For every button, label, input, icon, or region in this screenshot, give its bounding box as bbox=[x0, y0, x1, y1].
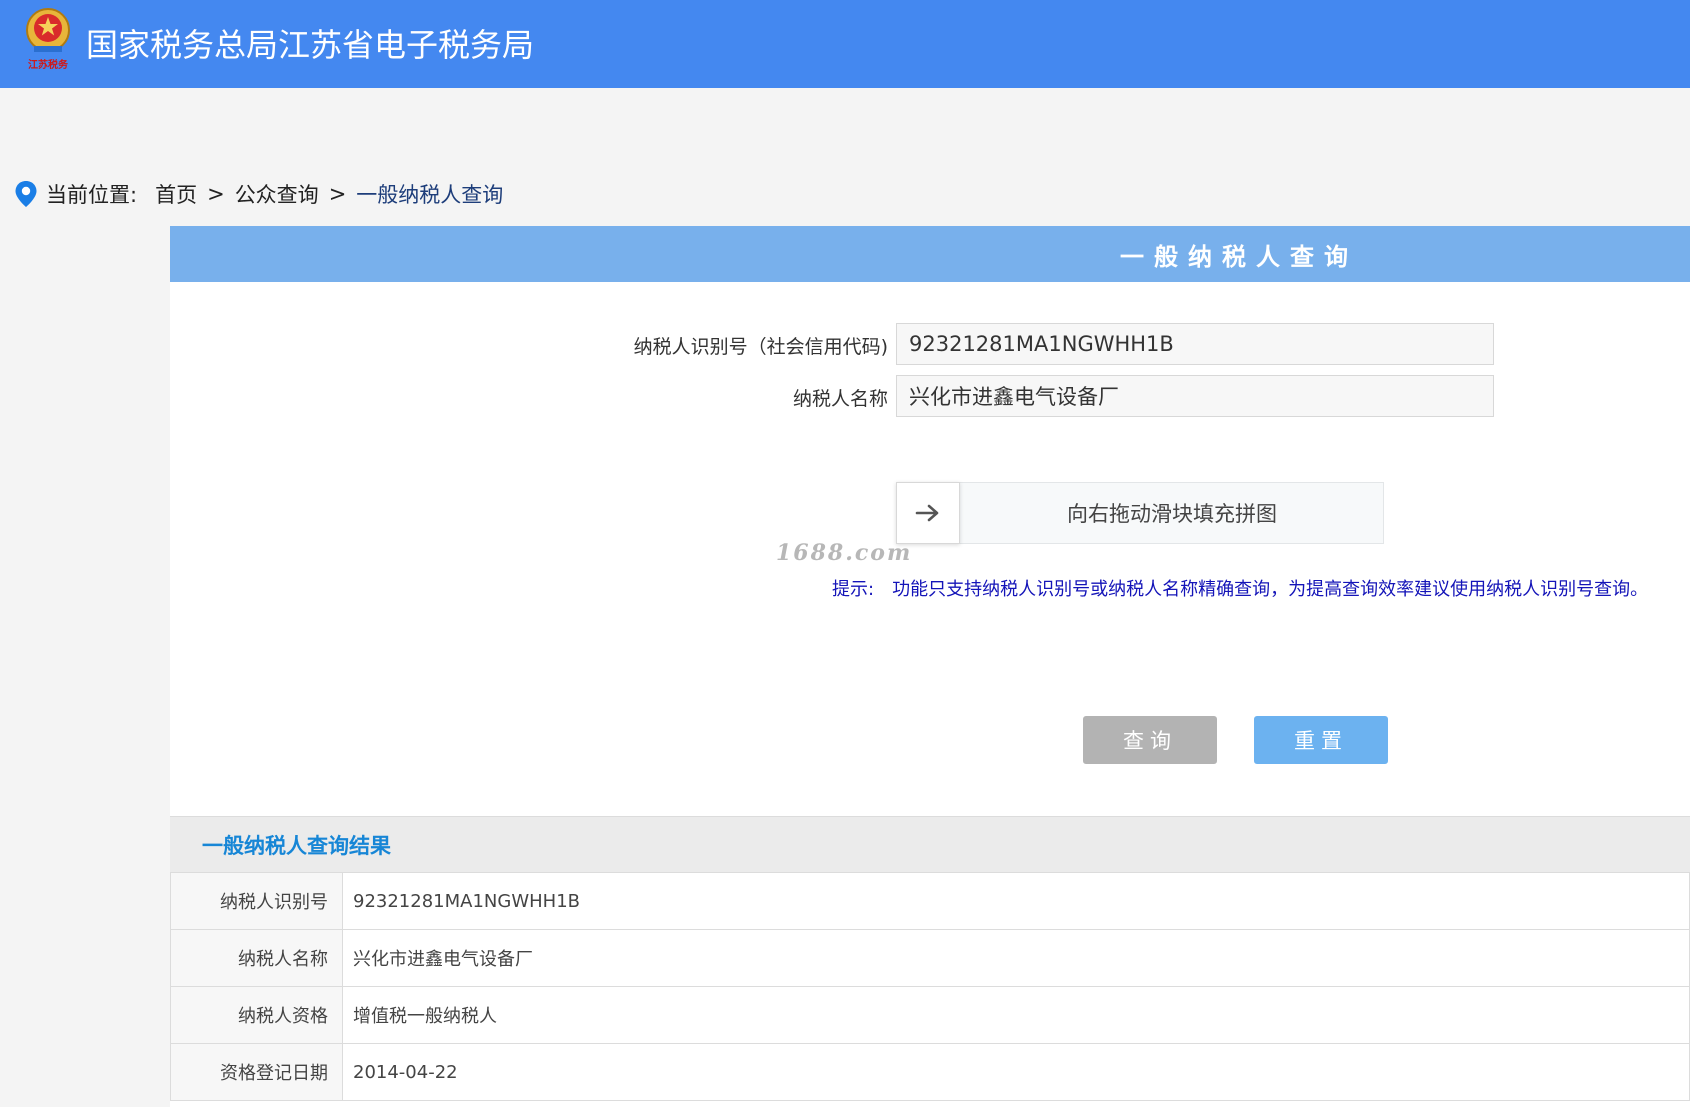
table-row: 纳税人名称 兴化市进鑫电气设备厂 bbox=[170, 929, 1690, 987]
taxpayer-id-label: 纳税人识别号（社会信用代码) bbox=[633, 336, 888, 358]
result-table: 纳税人识别号 92321281MA1NGWHH1B 纳税人名称 兴化市进鑫电气设… bbox=[170, 872, 1690, 1101]
table-row: 资格登记日期 2014-04-22 bbox=[170, 1043, 1690, 1101]
reset-button[interactable]: 重置 bbox=[1254, 716, 1388, 764]
result-title: 一般纳税人查询结果 bbox=[170, 816, 1690, 872]
arrow-right-icon bbox=[915, 504, 939, 522]
site-title: 国家税务总局江苏省电子税务局 bbox=[86, 26, 535, 64]
result-value: 92321281MA1NGWHH1B bbox=[342, 872, 1690, 930]
taxpayer-id-value: 92321281MA1NGWHH1B bbox=[909, 332, 1174, 356]
hint-label: 提示: bbox=[832, 579, 875, 600]
table-row: 纳税人资格 增值税一般纳税人 bbox=[170, 986, 1690, 1044]
taxpayer-name-input[interactable]: 兴化市进鑫电气设备厂 bbox=[896, 375, 1494, 417]
logo-text: 江苏税务 bbox=[28, 60, 68, 71]
watermark: 1688.com bbox=[776, 540, 913, 566]
breadcrumb: 当前位置: 首页 > 公众查询 > 一般纳税人查询 bbox=[14, 178, 503, 210]
breadcrumb-separator: > bbox=[328, 182, 347, 206]
slider-handle[interactable] bbox=[896, 482, 960, 544]
result-value: 2014-04-22 bbox=[342, 1043, 1690, 1101]
slider-captcha[interactable]: 向右拖动滑块填充拼图 bbox=[896, 482, 1384, 544]
breadcrumb-public-query[interactable]: 公众查询 bbox=[235, 179, 319, 209]
taxpayer-name-label: 纳税人名称 bbox=[792, 388, 888, 410]
taxpayer-id-input[interactable]: 92321281MA1NGWHH1B bbox=[896, 323, 1494, 365]
taxpayer-name-value: 兴化市进鑫电气设备厂 bbox=[909, 385, 1119, 409]
slider-instruction: 向右拖动滑块填充拼图 bbox=[1067, 502, 1277, 526]
breadcrumb-separator: > bbox=[207, 182, 225, 206]
hint-text: 功能只支持纳税人识别号或纳税人名称精确查询，为提高查询效率建议使用纳税人识别号查… bbox=[892, 579, 1649, 600]
result-label: 纳税人资格 bbox=[170, 986, 343, 1044]
table-row: 纳税人识别号 92321281MA1NGWHH1B bbox=[170, 872, 1690, 930]
breadcrumb-home[interactable]: 首页 bbox=[155, 179, 197, 209]
location-pin-icon bbox=[15, 181, 37, 207]
tax-emblem-logo[interactable]: 江苏税务 bbox=[18, 6, 78, 71]
hint: 提示: 功能只支持纳税人识别号或纳税人名称精确查询，为提高查询效率建议使用纳税人识… bbox=[832, 575, 1648, 601]
tax-emblem-icon bbox=[26, 8, 70, 52]
query-button[interactable]: 查询 bbox=[1083, 716, 1217, 764]
result-label: 纳税人名称 bbox=[170, 929, 343, 987]
result-value: 兴化市进鑫电气设备厂 bbox=[342, 929, 1690, 987]
result-label: 资格登记日期 bbox=[170, 1043, 343, 1101]
breadcrumb-current: 一般纳税人查询 bbox=[356, 183, 504, 207]
site-header: 江苏税务 国家税务总局江苏省电子税务局 bbox=[0, 0, 1690, 88]
query-panel: 一般纳税人查询 纳税人识别号（社会信用代码) 92321281MA1NGWHH1… bbox=[170, 226, 1690, 1107]
query-panel-header: 一般纳税人查询 bbox=[170, 226, 1690, 282]
breadcrumb-label: 当前位置: bbox=[46, 183, 138, 207]
result-label: 纳税人识别号 bbox=[170, 872, 343, 930]
result-value: 增值税一般纳税人 bbox=[342, 986, 1690, 1044]
query-panel-title: 一般纳税人查询 bbox=[1120, 242, 1358, 271]
